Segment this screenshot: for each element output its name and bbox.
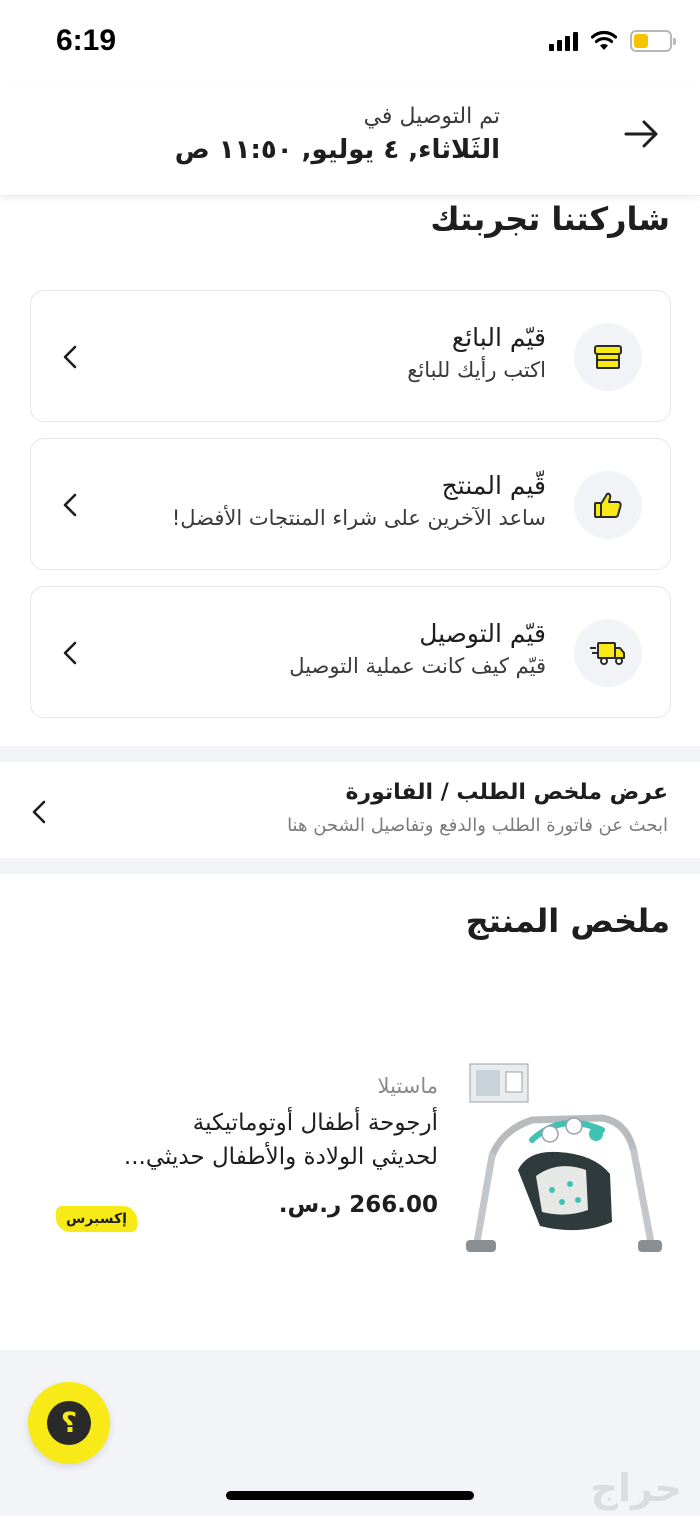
section-divider xyxy=(0,858,700,874)
card-subtitle: ساعد الآخرين على شراء المنتجات الأفضل! xyxy=(171,506,546,530)
card-subtitle: قيّم كيف كانت عملية التوصيل xyxy=(289,654,546,678)
baby-swing-product-image[interactable] xyxy=(462,1060,662,1260)
watermark-logo: حراج xyxy=(590,1466,682,1510)
home-indicator[interactable] xyxy=(226,1491,474,1500)
card-title: قيّم البائع xyxy=(451,323,546,352)
card-title: قّيم المنتج xyxy=(441,471,546,500)
status-time: 6:19 xyxy=(56,24,117,57)
delivery-date: الثَلاثاء, ٤ يوليو, ١١:٥٠ ص xyxy=(174,135,500,165)
product-name[interactable]: أرجوحة أطفال أوتوماتيكية لحديثي الولادة … xyxy=(38,1106,438,1174)
status-icons xyxy=(549,30,676,52)
invoice-title: عرض ملخص الطلب / الفاتورة xyxy=(345,780,668,805)
help-button[interactable]: ؟ xyxy=(28,1382,110,1464)
card-subtitle: اكتب رأيك للبائع xyxy=(407,358,546,382)
arrow-right-icon[interactable] xyxy=(622,114,662,154)
product-name-line-2: لحديثي الولادة والأطفال حديثي... xyxy=(123,1144,438,1170)
rate-product-card[interactable]: قّيم المنتج ساعد الآخرين على شراء المنتج… xyxy=(30,438,671,570)
help-question-icon: ؟ xyxy=(47,1401,91,1445)
chevron-left-icon xyxy=(63,493,77,517)
cellular-signal-icon xyxy=(549,31,578,51)
express-badge: إكسبرس xyxy=(56,1206,137,1232)
invoice-subtitle: ابحث عن فاتورة الطلب والدفع وتفاصيل الشح… xyxy=(287,815,668,836)
chevron-left-icon xyxy=(63,345,77,369)
status-bar: 6:19 xyxy=(0,0,700,88)
rate-seller-card[interactable]: قيّم البائع اكتب رأيك للبائع xyxy=(30,290,671,422)
product-name-line-1: أرجوحة أطفال أوتوماتيكية xyxy=(192,1110,438,1136)
battery-icon xyxy=(630,30,676,52)
order-invoice-row[interactable]: عرض ملخص الطلب / الفاتورة ابحث عن فاتورة… xyxy=(0,762,700,858)
chevron-left-icon xyxy=(63,641,77,665)
rate-delivery-card[interactable]: قيّم التوصيل قيّم كيف كانت عملية التوصيل xyxy=(30,586,671,718)
thumbs-up-icon xyxy=(574,471,642,539)
delivery-info: تم التوصيل في الثَلاثاء, ٤ يوليو, ١١:٥٠ … xyxy=(175,104,500,165)
card-title: قيّم التوصيل xyxy=(419,619,546,648)
delivery-truck-icon xyxy=(574,619,642,687)
wifi-icon xyxy=(590,30,618,50)
feedback-title: شاركتنا تجربتك xyxy=(430,200,670,238)
section-divider xyxy=(0,746,700,762)
product-brand: ماستيلا xyxy=(377,1074,438,1098)
product-item[interactable]: ماستيلا أرجوحة أطفال أوتوماتيكية لحديثي … xyxy=(0,1040,700,1270)
store-icon xyxy=(574,323,642,391)
order-header: تم التوصيل في الثَلاثاء, ٤ يوليو, ١١:٥٠ … xyxy=(0,88,700,196)
delivered-label: تم التوصيل في xyxy=(363,104,500,129)
chevron-left-icon xyxy=(32,800,46,824)
product-summary-title: ملخص المنتج xyxy=(465,902,670,940)
